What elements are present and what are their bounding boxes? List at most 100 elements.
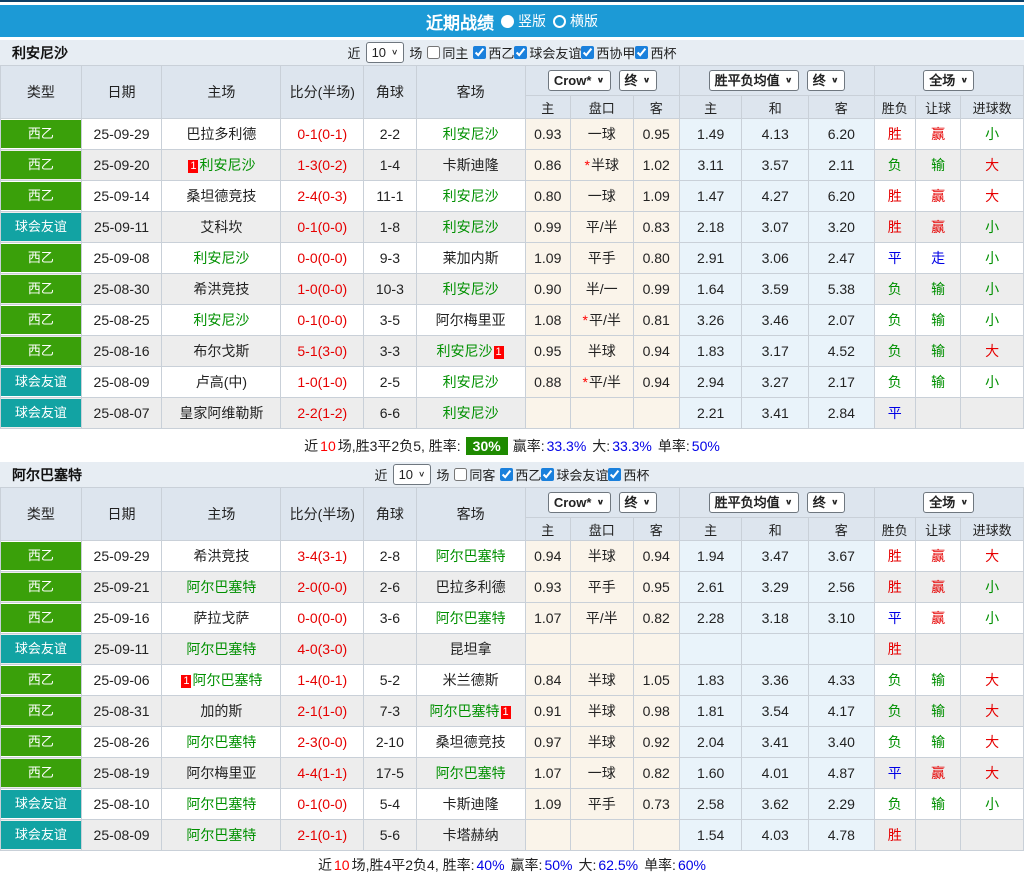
chevron-down-icon: ∨ bbox=[391, 46, 398, 60]
team-link[interactable]: 阿尔巴塞特 bbox=[186, 641, 256, 657]
team-link[interactable]: 卡斯迪隆 bbox=[443, 157, 499, 173]
team-link[interactable]: 桑坦德竞技 bbox=[186, 188, 256, 204]
team-link[interactable]: 利安尼沙 bbox=[443, 405, 499, 421]
same-venue-checkbox[interactable] bbox=[427, 46, 440, 59]
team-link[interactable]: 加的斯 bbox=[200, 703, 242, 719]
team-link[interactable]: 利安尼沙 bbox=[443, 188, 499, 204]
corner-cell: 2-10 bbox=[364, 727, 416, 758]
home-team-cell: 巴拉多利德 bbox=[162, 119, 281, 150]
league-checkbox[interactable] bbox=[500, 468, 513, 481]
team-link[interactable]: 桑坦德竞技 bbox=[436, 734, 506, 750]
match-count-select[interactable]: 10∨ bbox=[366, 42, 405, 63]
team-link[interactable]: 皇家阿维勒斯 bbox=[179, 405, 263, 421]
league-type-cell: 西乙 bbox=[1, 181, 82, 212]
team-link[interactable]: 阿尔巴塞特 bbox=[436, 610, 506, 626]
team-link[interactable]: 利安尼沙 bbox=[443, 126, 499, 142]
avg-away-cell: 4.17 bbox=[809, 696, 875, 727]
away-team-cell: 阿尔巴塞特 bbox=[416, 541, 525, 572]
same-venue-filter[interactable]: 同主 bbox=[427, 43, 468, 62]
league-checkbox[interactable] bbox=[608, 468, 621, 481]
team-link[interactable]: 阿尔巴塞特 bbox=[436, 765, 506, 781]
avg-group-header: 胜平负均值∨ 终∨ bbox=[679, 488, 874, 518]
home-odds-cell: 0.80 bbox=[525, 181, 570, 212]
team-link[interactable]: 希洪竞技 bbox=[193, 548, 249, 564]
corner-cell: 2-8 bbox=[364, 541, 416, 572]
radio-unselected-icon[interactable] bbox=[553, 15, 566, 28]
team-link[interactable]: 阿尔巴塞特 bbox=[192, 672, 262, 688]
team-link[interactable]: 利安尼沙 bbox=[193, 250, 249, 266]
team-link[interactable]: 阿尔梅里亚 bbox=[186, 765, 256, 781]
avg-type-select[interactable]: 胜平负均值∨ bbox=[709, 492, 799, 513]
home-odds-cell: 1.09 bbox=[525, 243, 570, 274]
avg-stage-select[interactable]: 终∨ bbox=[807, 492, 845, 513]
team-link[interactable]: 阿尔巴塞特 bbox=[186, 827, 256, 843]
league-checkbox[interactable] bbox=[514, 46, 527, 59]
date-cell: 25-09-06 bbox=[81, 665, 162, 696]
team-link[interactable]: 昆坦拿 bbox=[450, 641, 492, 657]
layout-option-vertical[interactable]: 竖版 bbox=[501, 11, 546, 31]
goals-result-cell: 小 bbox=[961, 572, 1024, 603]
team-link[interactable]: 利安尼沙 bbox=[443, 219, 499, 235]
corner-cell: 5-4 bbox=[364, 789, 416, 820]
same-venue-checkbox[interactable] bbox=[454, 468, 467, 481]
radio-selected-icon[interactable] bbox=[501, 15, 514, 28]
team-link[interactable]: 阿尔巴塞特 bbox=[430, 703, 500, 719]
avg-away-cell: 2.47 bbox=[809, 243, 875, 274]
team-link[interactable]: 艾科坎 bbox=[200, 219, 242, 235]
team-link[interactable]: 莱加内斯 bbox=[443, 250, 499, 266]
team-link[interactable]: 布尔戈斯 bbox=[193, 343, 249, 359]
league-checkbox[interactable] bbox=[635, 46, 648, 59]
match-count-select[interactable]: 10∨ bbox=[393, 464, 432, 485]
team-link[interactable]: 利安尼沙 bbox=[443, 281, 499, 297]
score-cell: 2-2(1-2) bbox=[281, 398, 364, 429]
odds-provider-select[interactable]: Crow*∨ bbox=[548, 492, 611, 513]
odds-stage-select[interactable]: 终∨ bbox=[619, 492, 657, 513]
league-filter[interactable]: 西乙 bbox=[500, 465, 541, 484]
layout-option-horizontal[interactable]: 横版 bbox=[553, 11, 598, 31]
avg-stage-select[interactable]: 终∨ bbox=[807, 70, 845, 91]
team-link[interactable]: 巴拉多利德 bbox=[186, 126, 256, 142]
team-link[interactable]: 利安尼沙 bbox=[193, 312, 249, 328]
goals-result-cell: 大 bbox=[961, 150, 1024, 181]
league-filter[interactable]: 球会友谊 bbox=[541, 465, 608, 484]
away-team-cell: 利安尼沙 bbox=[416, 274, 525, 305]
team-link[interactable]: 利安尼沙 bbox=[199, 157, 255, 173]
result-cell: 负 bbox=[874, 789, 915, 820]
odds-provider-select[interactable]: Crow*∨ bbox=[548, 70, 611, 91]
handicap-line-cell: 半/一 bbox=[570, 274, 633, 305]
team-link[interactable]: 卡斯迪隆 bbox=[443, 796, 499, 812]
away-odds-cell: 1.09 bbox=[633, 181, 679, 212]
team-link[interactable]: 阿尔梅里亚 bbox=[436, 312, 506, 328]
team-link[interactable]: 利安尼沙 bbox=[437, 343, 493, 359]
team-link[interactable]: 利安尼沙 bbox=[443, 374, 499, 390]
avg-home-cell: 3.26 bbox=[679, 305, 742, 336]
team-link[interactable]: 阿尔巴塞特 bbox=[186, 796, 256, 812]
league-checkbox[interactable] bbox=[581, 46, 594, 59]
team-link[interactable]: 阿尔巴塞特 bbox=[186, 579, 256, 595]
league-checkbox[interactable] bbox=[473, 46, 486, 59]
team-link[interactable]: 希洪竞技 bbox=[193, 281, 249, 297]
league-filter[interactable]: 西乙 bbox=[473, 43, 514, 62]
scope-select[interactable]: 全场∨ bbox=[923, 492, 974, 513]
league-filter[interactable]: 西协甲 bbox=[581, 43, 635, 62]
league-filter[interactable]: 球会友谊 bbox=[514, 43, 581, 62]
odds-stage-select[interactable]: 终∨ bbox=[619, 70, 657, 91]
result-cell: 负 bbox=[874, 727, 915, 758]
handicap-result-cell: 赢 bbox=[915, 181, 960, 212]
team-link[interactable]: 卢高(中) bbox=[196, 374, 247, 390]
team-link[interactable]: 萨拉戈萨 bbox=[193, 610, 249, 626]
scope-select[interactable]: 全场∨ bbox=[923, 70, 974, 91]
avg-away-cell: 2.56 bbox=[809, 572, 875, 603]
same-venue-filter[interactable]: 同客 bbox=[454, 465, 495, 484]
league-filter[interactable]: 西杯 bbox=[635, 43, 676, 62]
avg-type-select[interactable]: 胜平负均值∨ bbox=[709, 70, 799, 91]
team-link[interactable]: 阿尔巴塞特 bbox=[186, 734, 256, 750]
avg-draw-cell: 3.17 bbox=[742, 336, 809, 367]
league-checkbox[interactable] bbox=[541, 468, 554, 481]
team-link[interactable]: 巴拉多利德 bbox=[436, 579, 506, 595]
team-link[interactable]: 米兰德斯 bbox=[443, 672, 499, 688]
league-badge: 西乙 bbox=[1, 337, 81, 365]
team-link[interactable]: 卡塔赫纳 bbox=[443, 827, 499, 843]
league-filter[interactable]: 西杯 bbox=[608, 465, 649, 484]
team-link[interactable]: 阿尔巴塞特 bbox=[436, 548, 506, 564]
